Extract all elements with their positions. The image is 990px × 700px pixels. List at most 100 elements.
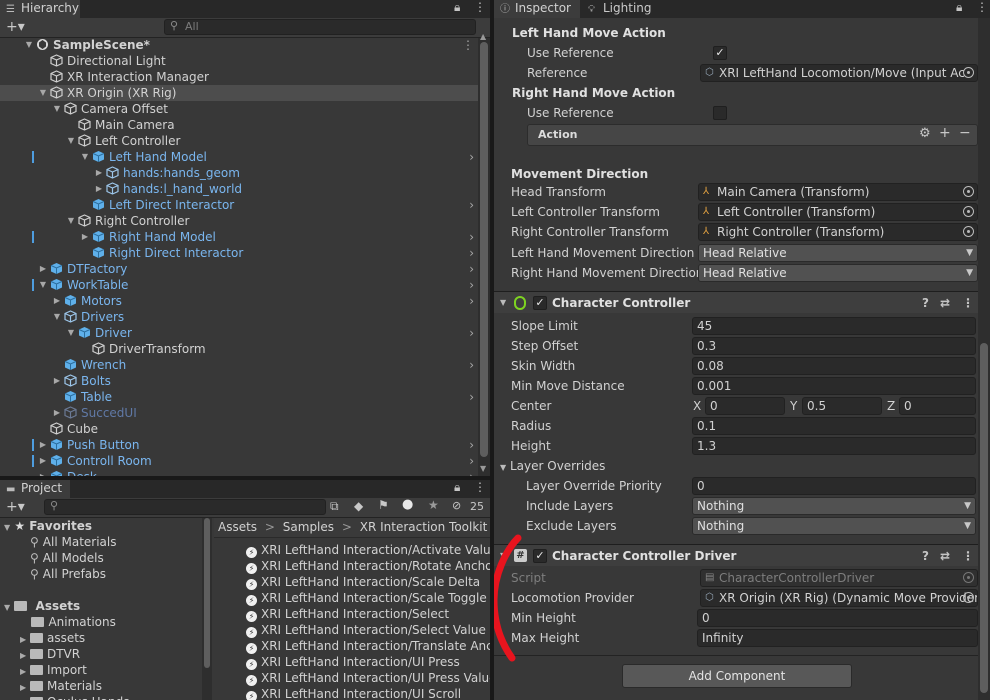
use-reference-checkbox[interactable] <box>713 106 727 120</box>
hierarchy-item[interactable]: ▶ SuccedUI <box>0 405 478 421</box>
use-reference-checkbox[interactable]: ✓ <box>713 46 727 60</box>
chevron-right-icon[interactable]: › <box>469 469 474 476</box>
tab-inspector[interactable]: ⓘ Inspector <box>494 0 580 18</box>
movement-direction-dropdown[interactable]: Head Relative ▼ <box>698 264 978 282</box>
chevron-right-icon[interactable]: › <box>469 229 474 245</box>
chevron-right-icon[interactable]: › <box>469 437 474 453</box>
add-binding-icon[interactable]: + <box>939 125 951 141</box>
hierarchy-item[interactable]: Directional Light <box>0 53 478 69</box>
hierarchy-item[interactable]: DriverTransform <box>0 341 478 357</box>
hierarchy-item[interactable]: ▼ Driver › <box>0 325 478 341</box>
movement-direction-dropdown[interactable]: Head Relative ▼ <box>698 244 978 262</box>
favorites-header[interactable]: ▼ ★ Favorites <box>4 518 92 534</box>
hidden-packages-icon[interactable]: ⊘ <box>452 499 461 512</box>
chevron-right-icon[interactable]: › <box>469 389 474 405</box>
assets-header[interactable]: ▼ Assets <box>4 598 80 614</box>
hierarchy-item[interactable]: ▼ XR Origin (XR Rig) <box>0 85 478 101</box>
tab-project[interactable]: ▬ Project <box>0 480 70 498</box>
collapsed-arrow-icon[interactable]: ▶ <box>20 683 26 692</box>
hierarchy-item[interactable]: ▼ Drivers <box>0 309 478 325</box>
hierarchy-item[interactable]: ▼ Right Controller <box>0 213 478 229</box>
hierarchy-item[interactable]: ▶ Desk › <box>0 469 478 476</box>
chevron-right-icon[interactable]: › <box>469 325 474 341</box>
hierarchy-search-input[interactable]: ⚲ All <box>164 19 476 35</box>
presets-icon[interactable]: ⇄ <box>940 545 950 567</box>
chevron-right-icon[interactable]: › <box>469 277 474 293</box>
gear-icon[interactable]: ⚙ <box>919 126 931 141</box>
hierarchy-scroll-thumb[interactable] <box>480 42 488 457</box>
hierarchy-item[interactable]: ▶ Bolts <box>0 373 478 389</box>
hierarchy-item[interactable]: ▶ hands:hands_geom <box>0 165 478 181</box>
collapsed-arrow-icon[interactable]: ▶ <box>20 667 26 676</box>
chevron-right-icon[interactable]: › <box>469 293 474 309</box>
scroll-up-icon[interactable]: ▲ <box>480 32 486 41</box>
exclude-layers-dropdown[interactable]: Nothing ▼ <box>692 517 976 535</box>
asset-folder-item[interactable]: ▶ assets <box>20 630 85 646</box>
collapsed-arrow-icon[interactable]: ▶ <box>52 293 62 309</box>
project-file-item[interactable]: ⚡ XRI LeftHand Interaction/UI Press <box>246 654 460 670</box>
hierarchy-item[interactable]: ▶ hands:l_hand_world <box>0 181 478 197</box>
hierarchy-item[interactable]: ▼ WorkTable › <box>0 277 478 293</box>
min-height-field[interactable]: 0 <box>697 609 978 627</box>
expanded-arrow-icon[interactable]: ▼ <box>80 149 90 165</box>
collapsed-arrow-icon[interactable]: ▶ <box>80 229 90 245</box>
tab-hierarchy[interactable]: ☰ Hierarchy <box>0 0 80 18</box>
expanded-arrow-icon[interactable]: ▼ <box>24 37 34 53</box>
help-icon[interactable]: ? <box>922 545 929 567</box>
component-enabled-checkbox[interactable]: ✓ <box>533 296 547 310</box>
step-offset-field[interactable]: 0.3 <box>692 337 976 355</box>
expanded-arrow-icon[interactable]: ▼ <box>66 133 76 149</box>
transform-object-field[interactable]: ⅄ Right Controller (Transform) <box>698 223 978 241</box>
expanded-arrow-icon[interactable]: ▼ <box>38 277 48 293</box>
project-file-item[interactable]: ⚡ XRI LeftHand Interaction/Scale Toggle <box>246 590 487 606</box>
expanded-arrow-icon[interactable]: ▼ <box>52 309 62 325</box>
more-options-icon[interactable]: ⋮ <box>474 480 486 494</box>
layer-overrides-foldout[interactable]: ▼ Layer Overrides <box>500 457 605 475</box>
slope-limit-field[interactable]: 45 <box>692 317 976 335</box>
asset-folder-item[interactable]: ▶ Import <box>20 662 87 678</box>
breadcrumb-item-assets[interactable]: Assets <box>218 520 257 534</box>
chevron-right-icon[interactable]: › <box>469 197 474 213</box>
hierarchy-scrollbar[interactable]: ▲ ▼ <box>478 32 490 476</box>
height-field[interactable]: 1.3 <box>692 437 976 455</box>
inspector-scroll-thumb[interactable] <box>980 343 988 693</box>
more-options-icon[interactable]: ⋮ <box>976 0 988 14</box>
folder-tree-scroll-thumb[interactable] <box>204 518 210 668</box>
asset-folder-item[interactable]: Animations <box>20 614 116 630</box>
collapsed-arrow-icon[interactable]: ▶ <box>94 181 104 197</box>
object-picker-icon[interactable] <box>963 186 974 197</box>
hierarchy-item[interactable]: Left Direct Interactor › <box>0 197 478 213</box>
hierarchy-item[interactable]: Table › <box>0 389 478 405</box>
layer-priority-field[interactable]: 0 <box>692 477 976 495</box>
expanded-arrow-icon[interactable]: ▼ <box>66 213 76 229</box>
object-picker-icon[interactable] <box>963 226 974 237</box>
add-dropdown-button[interactable]: +▾ <box>6 498 25 516</box>
reference-field[interactable]: ⬡ XRI LeftHand Locomotion/Move (Input Ac <box>700 64 978 82</box>
skin-width-field[interactable]: 0.08 <box>692 357 976 375</box>
hierarchy-item[interactable]: ▶ Motors › <box>0 293 478 309</box>
hierarchy-item[interactable]: ▶ Right Hand Model › <box>0 229 478 245</box>
filter-icon[interactable]: ⚑ <box>378 498 389 512</box>
add-component-button[interactable]: Add Component <box>622 664 852 688</box>
project-file-item[interactable]: ⚡ XRI LeftHand Interaction/UI Press Value <box>246 670 490 686</box>
component-enabled-checkbox[interactable]: ✓ <box>533 549 547 563</box>
expanded-arrow-icon[interactable]: ▼ <box>38 85 48 101</box>
locomotion-provider-field[interactable]: ⬡ XR Origin (XR Rig) (Dynamic Move Provi… <box>700 589 978 607</box>
component-menu-icon[interactable]: ⋮ <box>962 292 974 314</box>
add-dropdown-button[interactable]: +▾ <box>6 18 25 36</box>
lock-icon[interactable]: 🔒︎ <box>454 480 460 495</box>
hierarchy-item[interactable]: Wrench › <box>0 357 478 373</box>
collapsed-arrow-icon[interactable]: ▶ <box>38 469 48 476</box>
collapsed-arrow-icon[interactable]: ▶ <box>38 453 48 469</box>
collapsed-arrow-icon[interactable]: ▶ <box>52 405 62 421</box>
tab-lighting[interactable]: 💡︎ Lighting <box>582 0 662 18</box>
hierarchy-item[interactable]: ▼ Left Controller <box>0 133 478 149</box>
scene-menu-icon[interactable]: ⋮ <box>462 37 474 53</box>
hierarchy-item[interactable]: XR Interaction Manager <box>0 69 478 85</box>
character-controller-header[interactable]: ▼ ✓ Character Controller ? ⇄ ⋮ <box>494 291 978 313</box>
hierarchy-item[interactable]: Main Camera <box>0 117 478 133</box>
favorite-star-icon[interactable]: ★ <box>428 498 439 512</box>
chevron-right-icon[interactable]: › <box>469 245 474 261</box>
asset-folder-item[interactable]: ▶ Materials <box>20 678 102 694</box>
hierarchy-item[interactable]: ▼ SampleScene* ⋮ <box>0 37 478 53</box>
